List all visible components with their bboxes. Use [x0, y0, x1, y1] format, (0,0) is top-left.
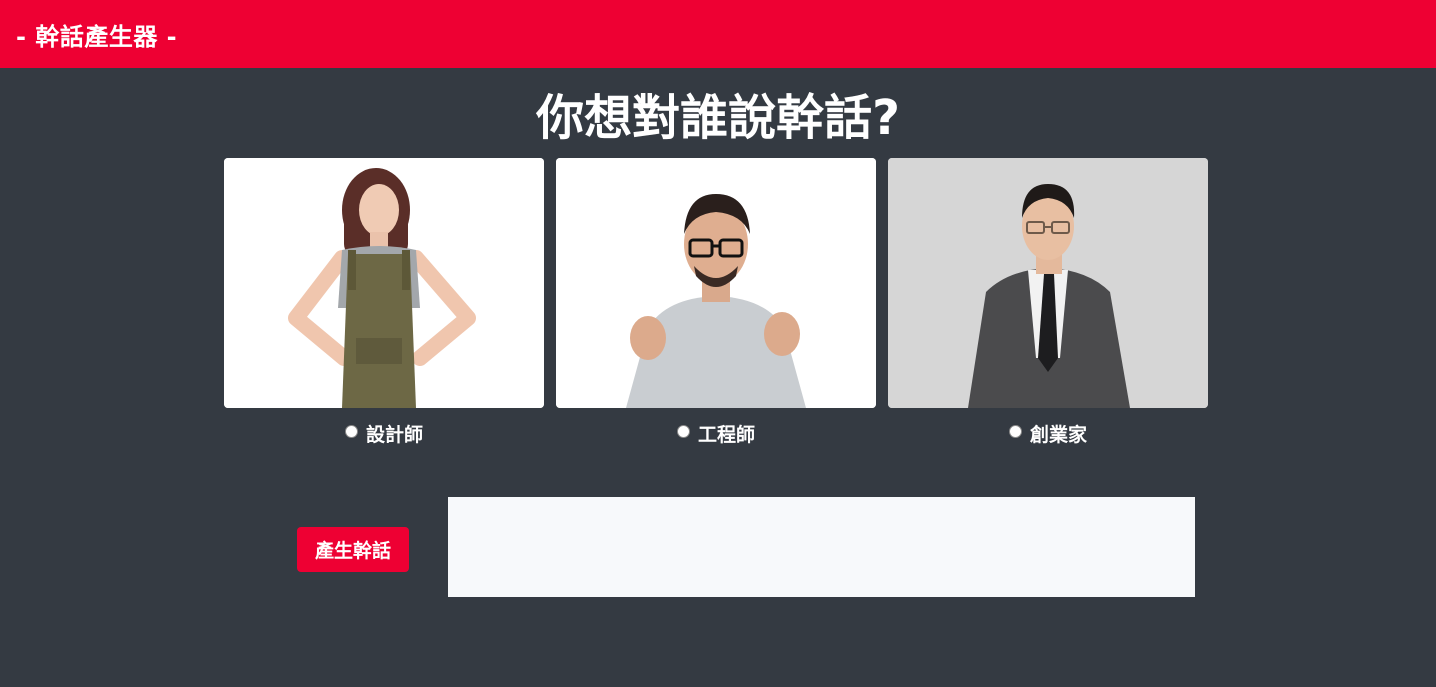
option-entrepreneur[interactable]: 創業家 — [888, 420, 1208, 446]
option-designer[interactable]: 設計師 — [224, 420, 544, 446]
engineer-photo[interactable] — [556, 158, 876, 408]
designer-illustration — [224, 158, 544, 408]
entrepreneur-illustration — [888, 158, 1208, 408]
designer-radio[interactable] — [344, 424, 358, 438]
option-engineer[interactable]: 工程師 — [556, 420, 876, 446]
designer-photo[interactable] — [224, 158, 544, 408]
output-box — [448, 497, 1195, 597]
generate-button[interactable]: 產生幹話 — [297, 527, 409, 572]
entrepreneur-radio[interactable] — [1008, 424, 1022, 438]
designer-label[interactable]: 設計師 — [366, 420, 423, 447]
entrepreneur-photo[interactable] — [888, 158, 1208, 408]
page-title: 你想對誰說幹話? — [536, 90, 900, 146]
engineer-radio[interactable] — [676, 424, 690, 438]
engineer-illustration — [556, 158, 876, 408]
brand-title[interactable]: - 幹話產生器 - — [16, 17, 177, 52]
entrepreneur-label[interactable]: 創業家 — [1030, 420, 1087, 447]
navbar: - 幹話產生器 - — [0, 0, 1436, 68]
engineer-label[interactable]: 工程師 — [698, 420, 755, 447]
